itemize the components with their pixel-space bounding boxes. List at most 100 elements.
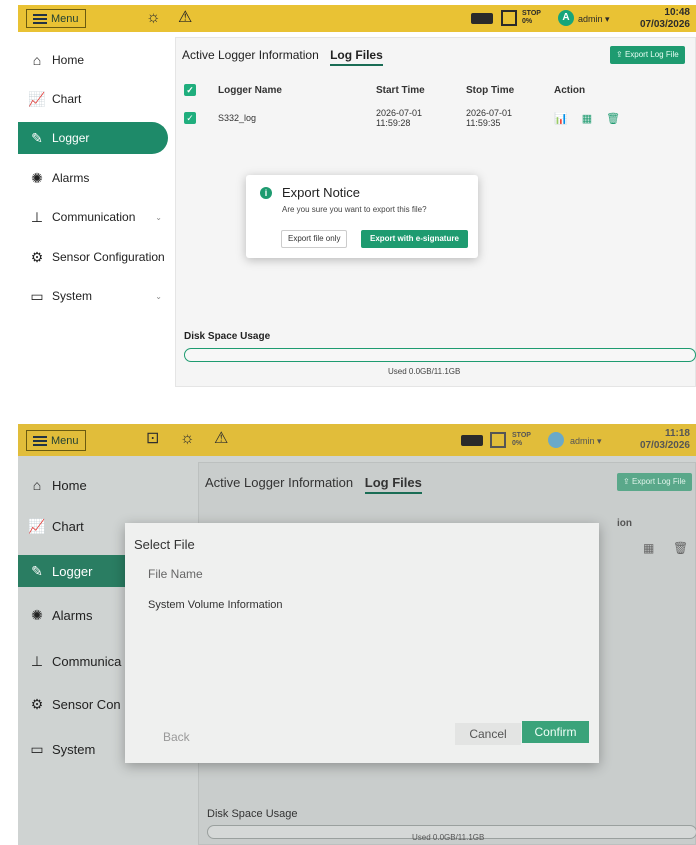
- hamburger-icon: [33, 435, 47, 446]
- stop-label: STOP: [522, 10, 541, 17]
- view-chart-icon[interactable]: 📊: [554, 112, 568, 125]
- brightness-icon[interactable]: ☼: [180, 429, 195, 449]
- tab-bar: Active Logger Information Log Files: [205, 475, 422, 494]
- file-list-item[interactable]: System Volume Information: [148, 599, 283, 611]
- brightness-icon[interactable]: ☼: [146, 8, 161, 28]
- logging-status-icon: [501, 10, 517, 26]
- top-bar: Menu ⊡ ☼ ⚠ STOP 0% admin ▾ 11:18 07/03/2…: [18, 424, 696, 456]
- view-table-icon[interactable]: ▦: [643, 541, 654, 555]
- sidebar-item-communication[interactable]: ⊥ Communication ⌄: [18, 201, 168, 233]
- sidebar-item-chart[interactable]: 📈 Chart: [18, 83, 168, 115]
- logger-icon: ✎: [31, 562, 43, 579]
- sidebar-item-home[interactable]: ⌂ Home: [18, 469, 198, 501]
- user-avatar[interactable]: A: [558, 10, 574, 26]
- stop-percent: 0%: [512, 440, 523, 447]
- row-checkbox[interactable]: ✓: [184, 112, 196, 124]
- table-row[interactable]: ✓ S332_log 2026-07-01 11:59:28 2026-07-01…: [184, 104, 687, 132]
- export-notice-dialog: i Export Notice Are you sure you want to…: [246, 175, 478, 258]
- sidebar-label: Logger: [52, 131, 90, 145]
- user-avatar[interactable]: [548, 432, 564, 448]
- tab-bar: Active Logger Information Log Files: [182, 48, 383, 66]
- network-icon: ⊥: [30, 208, 44, 225]
- warning-icon[interactable]: ⚠: [178, 8, 192, 28]
- sidebar-label: Sensor Con: [52, 696, 121, 712]
- dialog-title: Export Notice: [282, 185, 361, 200]
- gear-icon: ⚙: [30, 695, 44, 712]
- disk-used-text: Used 0.0GB/11.1GB: [388, 367, 461, 376]
- export-label: Export Log File: [624, 50, 679, 59]
- upload-icon: ⇪: [623, 477, 632, 486]
- sidebar-item-sensor-configuration[interactable]: ⚙ Sensor Configuration ⌄: [18, 241, 168, 273]
- alarm-icon: ✺: [31, 606, 43, 623]
- action-header-peek: ion: [617, 518, 632, 529]
- start-clock: 11:59:28: [376, 118, 411, 128]
- confirm-button[interactable]: Confirm: [522, 721, 589, 743]
- warning-icon[interactable]: ⚠: [214, 429, 228, 449]
- chevron-down-icon: ⌄: [155, 212, 162, 222]
- export-label: Export Log File: [631, 477, 686, 486]
- start-date: 2026-07-01: [376, 108, 423, 118]
- logging-status: STOP 0%: [512, 432, 531, 448]
- screenshot-icon[interactable]: ⊡: [146, 429, 159, 449]
- sidebar-label: Home: [52, 53, 85, 67]
- clock-time: 10:48: [664, 7, 690, 18]
- stop-date: 2026-07-01: [466, 108, 513, 118]
- delete-icon[interactable]: 🗑: [606, 112, 620, 125]
- stop-label: STOP: [512, 432, 531, 439]
- sidebar-label: Alarms: [52, 607, 93, 623]
- tab-log-files[interactable]: Log Files: [330, 48, 383, 66]
- monitor-icon: ▭: [30, 287, 44, 304]
- sidebar-label: System: [52, 289, 93, 303]
- sidebar-item-alarms[interactable]: ✺ Alarms: [18, 162, 168, 194]
- clock-date: 07/03/2026: [639, 19, 690, 30]
- select-file-dialog: Select File File Name System Volume Info…: [125, 523, 599, 763]
- menu-button[interactable]: Menu: [26, 9, 86, 28]
- sidebar-label: Communication: [52, 210, 136, 224]
- sidebar-item-system[interactable]: ▭ System ⌄: [18, 280, 168, 312]
- info-icon: i: [260, 187, 272, 199]
- chart-icon: 📈: [28, 517, 46, 534]
- logging-status: STOP 0%: [522, 10, 541, 26]
- disk-used-text: Used 0.0GB/11.1GB: [412, 833, 485, 842]
- select-all-checkbox[interactable]: ✓: [184, 84, 196, 96]
- file-name-header: File Name: [148, 567, 203, 581]
- sidebar-label: Chart: [52, 92, 82, 106]
- upload-icon: ⇪: [616, 50, 625, 59]
- user-name: admin: [570, 436, 595, 446]
- export-with-esignature-button[interactable]: Export with e-signature: [361, 230, 468, 248]
- user-menu[interactable]: admin ▾: [578, 14, 610, 25]
- menu-label: Menu: [51, 434, 79, 447]
- bottom-screenshot: Menu ⊡ ☼ ⚠ STOP 0% admin ▾ 11:18 07/03/2…: [18, 424, 696, 845]
- dialog-title: Select File: [134, 537, 195, 552]
- battery-icon: [461, 435, 483, 446]
- header-start-time: Start Time: [376, 84, 425, 96]
- menu-button[interactable]: Menu: [26, 430, 86, 451]
- sidebar-label: Communica: [52, 653, 122, 669]
- delete-icon[interactable]: 🗑: [673, 541, 688, 555]
- view-table-icon[interactable]: ▦: [582, 112, 592, 125]
- sidebar-label: Chart: [52, 518, 84, 534]
- export-log-file-button[interactable]: ⇪ Export Log File: [610, 46, 685, 64]
- sidebar-label: Alarms: [52, 171, 90, 185]
- home-icon: ⌂: [32, 477, 42, 493]
- gear-icon: ⚙: [30, 248, 44, 265]
- export-log-file-button[interactable]: ⇪ Export Log File: [617, 473, 692, 491]
- menu-label: Menu: [51, 12, 79, 25]
- back-button[interactable]: Back: [163, 730, 190, 744]
- user-menu[interactable]: admin ▾: [570, 436, 602, 447]
- header-logger-name: Logger Name: [218, 84, 282, 96]
- logger-icon: ✎: [31, 129, 43, 146]
- tab-log-files[interactable]: Log Files: [364, 475, 422, 494]
- sidebar-item-home[interactable]: ⌂ Home: [18, 44, 168, 76]
- disk-space-label: Disk Space Usage: [207, 808, 298, 820]
- top-bar: Menu ☼ ⚠ STOP 0% A admin ▾ 10:48 07/03/2…: [18, 5, 696, 32]
- sidebar-label: Sensor Configuration: [52, 250, 165, 264]
- cancel-button[interactable]: Cancel: [455, 723, 521, 745]
- tab-active-logger-information[interactable]: Active Logger Information: [182, 48, 319, 62]
- sidebar-item-logger[interactable]: ✎ Logger: [18, 122, 168, 154]
- clock: 11:18 07/03/2026: [640, 428, 690, 452]
- tab-active-logger-information[interactable]: Active Logger Information: [205, 475, 353, 490]
- top-screenshot: Menu ☼ ⚠ STOP 0% A admin ▾ 10:48 07/03/2…: [18, 5, 696, 409]
- alarm-icon: ✺: [31, 169, 43, 186]
- export-file-only-button[interactable]: Export file only: [281, 230, 348, 248]
